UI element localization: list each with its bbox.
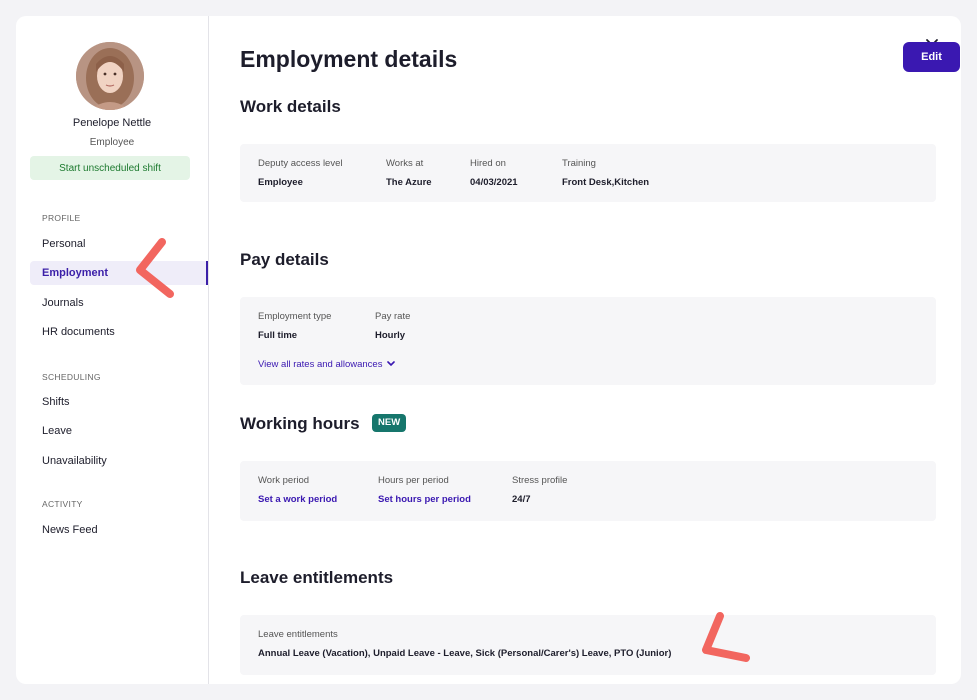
field-label: Pay rate [375, 311, 411, 322]
field-stress-profile: Stress profile 24/7 [512, 475, 567, 505]
field-training: Training Front Desk,Kitchen [562, 158, 649, 188]
edit-button[interactable]: Edit [903, 42, 960, 72]
sidebar-item-leave[interactable]: Leave [30, 419, 208, 443]
sidebar-item-news-feed[interactable]: News Feed [30, 518, 208, 542]
sidebar-item-shifts[interactable]: Shifts [30, 390, 208, 414]
field-value: Full time [258, 330, 298, 341]
start-unscheduled-shift-button[interactable]: Start unscheduled shift [30, 156, 190, 180]
sidebar-item-unavailability[interactable]: Unavailability [30, 449, 208, 473]
field-value: The Azure [386, 177, 432, 188]
field-label: Stress profile [512, 475, 568, 486]
sidebar-item-employment[interactable]: Employment [30, 261, 208, 285]
sidebar-item-hr-documents[interactable]: HR documents [30, 320, 208, 344]
avatar-image [76, 42, 144, 110]
field-employment-type: Employment type Full time [258, 311, 331, 341]
annotation-arrow-icon [136, 238, 174, 298]
field-label: Hired on [470, 158, 506, 169]
user-name: Penelope Nettle [72, 117, 152, 129]
field-work-period: Work period Set a work period [258, 475, 337, 505]
field-label: Deputy access level [258, 158, 343, 169]
pay-details-title: Pay details [240, 250, 329, 269]
field-value: Annual Leave (Vacation), Unpaid Leave - … [258, 648, 672, 659]
leave-entitlements-panel: Leave entitlements Annual Leave (Vacatio… [240, 615, 936, 675]
page-title: Employment details [240, 46, 458, 72]
view-all-rates-link[interactable]: View all rates and allowances [258, 359, 395, 370]
field-hired-on: Hired on 04/03/2021 [470, 158, 518, 188]
working-hours-title: Working hours [240, 414, 360, 433]
field-label: Leave entitlements [258, 629, 338, 640]
set-work-period-link[interactable]: Set a work period [258, 494, 337, 505]
field-value: Hourly [375, 330, 406, 341]
work-details-title: Work details [240, 97, 341, 116]
pay-details-panel: Employment type Full time Pay rate Hourl… [240, 297, 936, 385]
field-hours-per-period: Hours per period Set hours per period [378, 475, 471, 505]
section-label-activity: ACTIVITY [42, 499, 83, 509]
sidebar-item-journals[interactable]: Journals [30, 291, 208, 315]
field-label: Employment type [258, 311, 332, 322]
main-content: Employment details Edit Work details Dep… [240, 16, 960, 684]
sidebar: Penelope Nettle Employee Start unschedul… [16, 16, 209, 684]
avatar [76, 42, 144, 110]
field-leave-entitlements: Leave entitlements Annual Leave (Vacatio… [258, 629, 671, 659]
field-value: Employee [258, 177, 303, 188]
field-value: Front Desk,Kitchen [562, 177, 650, 188]
sidebar-item-personal[interactable]: Personal [30, 232, 208, 256]
field-label: Work period [258, 475, 310, 486]
view-all-rates-label: View all rates and allowances [258, 359, 383, 370]
new-badge: NEW [372, 414, 407, 432]
set-hours-per-period-link[interactable]: Set hours per period [378, 494, 471, 505]
field-label: Training [562, 158, 596, 169]
chevron-down-icon [387, 361, 395, 367]
field-pay-rate: Pay rate Hourly [375, 311, 410, 341]
work-details-panel: Deputy access level Employee Works at Th… [240, 144, 936, 202]
field-value: 24/7 [512, 494, 531, 505]
section-label-profile: PROFILE [42, 213, 81, 223]
field-value: 04/03/2021 [470, 177, 518, 188]
working-hours-panel: Work period Set a work period Hours per … [240, 461, 936, 521]
field-label: Hours per period [378, 475, 449, 486]
section-label-scheduling: SCHEDULING [42, 372, 101, 382]
employee-profile-modal: Penelope Nettle Employee Start unschedul… [16, 16, 961, 684]
leave-entitlements-title: Leave entitlements [240, 568, 394, 587]
annotation-check-icon [702, 612, 750, 662]
field-label: Works at [386, 158, 424, 169]
field-access-level: Deputy access level Employee [258, 158, 342, 188]
user-role: Employee [89, 137, 135, 148]
field-works-at: Works at The Azure [386, 158, 432, 188]
